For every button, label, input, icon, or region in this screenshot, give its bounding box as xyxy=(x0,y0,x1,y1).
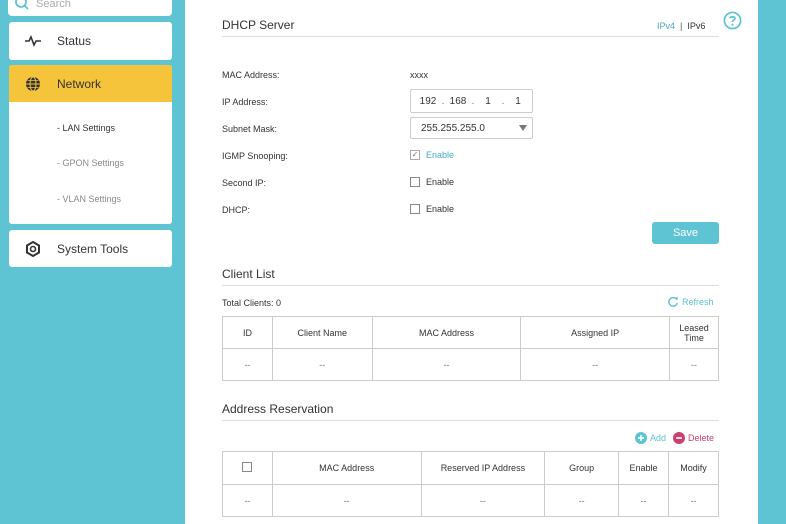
table-cell: -- xyxy=(544,484,620,517)
second-ip-label: Second IP: xyxy=(222,178,267,188)
ip-octet-4[interactable]: 1 xyxy=(506,96,530,107)
refresh-label: Refresh xyxy=(682,297,714,307)
column-header: MAC Address xyxy=(371,316,522,349)
gear-icon xyxy=(9,240,57,257)
igmp-enable-checkbox[interactable]: ✓ xyxy=(410,150,420,160)
subnet-mask-label: Subnet Mask: xyxy=(222,124,278,134)
table-cell: -- xyxy=(271,348,373,381)
delete-icon xyxy=(673,432,685,444)
table-row: -- -- -- -- -- xyxy=(222,348,719,381)
table-cell: -- xyxy=(271,484,422,517)
ipv6-tab[interactable]: IPv6 xyxy=(687,21,705,31)
add-button[interactable]: Add xyxy=(635,432,666,444)
select-all-header xyxy=(222,451,273,485)
menu-network: Network - LAN Settings - GPON Settings -… xyxy=(9,65,172,224)
ip-version-separator: | xyxy=(680,21,683,31)
sidebar-item-lan-settings[interactable]: - LAN Settings xyxy=(9,110,172,146)
chevron-down-icon xyxy=(519,125,527,131)
help-icon[interactable] xyxy=(723,11,742,30)
sidebar-item-vlan-settings[interactable]: - VLAN Settings xyxy=(9,181,172,217)
column-header: Reserved IP Address xyxy=(420,451,546,485)
divider xyxy=(222,36,719,37)
menu-system-tools-label: System Tools xyxy=(57,241,129,256)
search-icon xyxy=(15,0,29,10)
igmp-enable-row[interactable]: ✓ Enable xyxy=(410,150,454,160)
second-ip-enable-label: Enable xyxy=(426,177,455,187)
ip-version-switch: IPv4 | IPv6 xyxy=(657,21,705,31)
client-list-title: Client List xyxy=(222,267,275,281)
save-button[interactable]: Save xyxy=(652,222,719,244)
table-cell: -- xyxy=(618,484,670,517)
menu-network-label: Network xyxy=(57,76,102,91)
menu-network-head[interactable]: Network xyxy=(9,65,172,102)
menu-status[interactable]: Status xyxy=(9,22,172,60)
client-list-table: ID Client Name MAC Address Assigned IP L… xyxy=(222,316,719,381)
search-box[interactable] xyxy=(8,0,172,16)
igmp-snooping-label: IGMP Snooping: xyxy=(222,151,288,161)
refresh-icon xyxy=(668,296,678,307)
add-label: Add xyxy=(650,433,667,443)
ip-octet-3[interactable]: 1 xyxy=(476,96,500,107)
globe-icon xyxy=(9,76,57,92)
mac-address-value: xxxx xyxy=(410,70,428,80)
menu-system-tools[interactable]: System Tools xyxy=(9,230,172,267)
delete-button[interactable]: Delete xyxy=(673,432,714,444)
table-cell: -- xyxy=(371,348,522,381)
table-cell: -- xyxy=(669,348,719,381)
dhcp-enable-label: Enable xyxy=(426,204,455,214)
address-reservation-title: Address Reservation xyxy=(222,402,334,416)
sidebar-item-gpon-settings[interactable]: - GPON Settings xyxy=(9,146,172,182)
total-clients-label: Total Clients: 0 xyxy=(222,298,282,308)
ip-address-label: IP Address: xyxy=(222,97,268,107)
second-ip-enable-row[interactable]: Enable xyxy=(410,177,454,187)
main-panel: DHCP Server IPv4 | IPv6 MAC Address: xxxx … xyxy=(185,0,758,524)
column-header: Modify xyxy=(668,451,719,485)
menu-system-tools-head[interactable]: System Tools xyxy=(9,230,172,267)
igmp-enable-label: Enable xyxy=(426,150,455,160)
column-header: ID xyxy=(222,316,273,349)
dhcp-enable-row[interactable]: Enable xyxy=(410,204,454,214)
subnet-mask-value: 255.255.255.0 xyxy=(421,122,485,134)
ip-octet-2[interactable]: 168 xyxy=(446,96,470,107)
column-header: Group xyxy=(544,451,620,485)
table-header-row: ID Client Name MAC Address Assigned IP L… xyxy=(222,316,719,349)
column-header: Leased Time xyxy=(669,316,719,349)
column-header: Assigned IP xyxy=(520,316,671,349)
pulse-icon xyxy=(9,35,57,47)
dhcp-enable-checkbox[interactable] xyxy=(410,204,420,214)
column-header: Enable xyxy=(618,451,670,485)
menu-status-label: Status xyxy=(57,34,92,48)
dhcp-label: DHCP: xyxy=(222,205,251,215)
address-reservation-table: MAC Address Reserved IP Address Group En… xyxy=(222,451,719,517)
mac-address-label: MAC Address: xyxy=(222,70,280,80)
search-input[interactable] xyxy=(36,0,156,10)
delete-label: Delete xyxy=(688,433,715,443)
table-cell: -- xyxy=(222,484,273,517)
table-header-row: MAC Address Reserved IP Address Group En… xyxy=(222,451,719,485)
table-cell: -- xyxy=(520,348,671,381)
subnet-mask-select[interactable]: 255.255.255.0 xyxy=(410,117,533,139)
second-ip-enable-checkbox[interactable] xyxy=(410,177,420,187)
ip-address-input[interactable]: 192 . 168 . 1 . 1 xyxy=(410,89,533,113)
refresh-button[interactable]: Refresh xyxy=(667,296,714,308)
select-all-checkbox[interactable] xyxy=(242,462,253,472)
ipv4-tab[interactable]: IPv4 xyxy=(657,21,675,31)
table-row: -- -- -- -- -- -- xyxy=(222,484,719,517)
column-header: MAC Address xyxy=(271,451,422,485)
divider xyxy=(222,420,719,421)
dhcp-server-title: DHCP Server xyxy=(222,18,295,32)
table-cell: -- xyxy=(222,348,273,381)
column-header: Client Name xyxy=(271,316,373,349)
table-cell: -- xyxy=(420,484,546,517)
ip-octet-1[interactable]: 192 xyxy=(416,96,440,107)
menu-status-head[interactable]: Status xyxy=(9,22,172,60)
table-cell: -- xyxy=(668,484,719,517)
add-icon xyxy=(635,432,647,444)
divider xyxy=(222,285,719,286)
